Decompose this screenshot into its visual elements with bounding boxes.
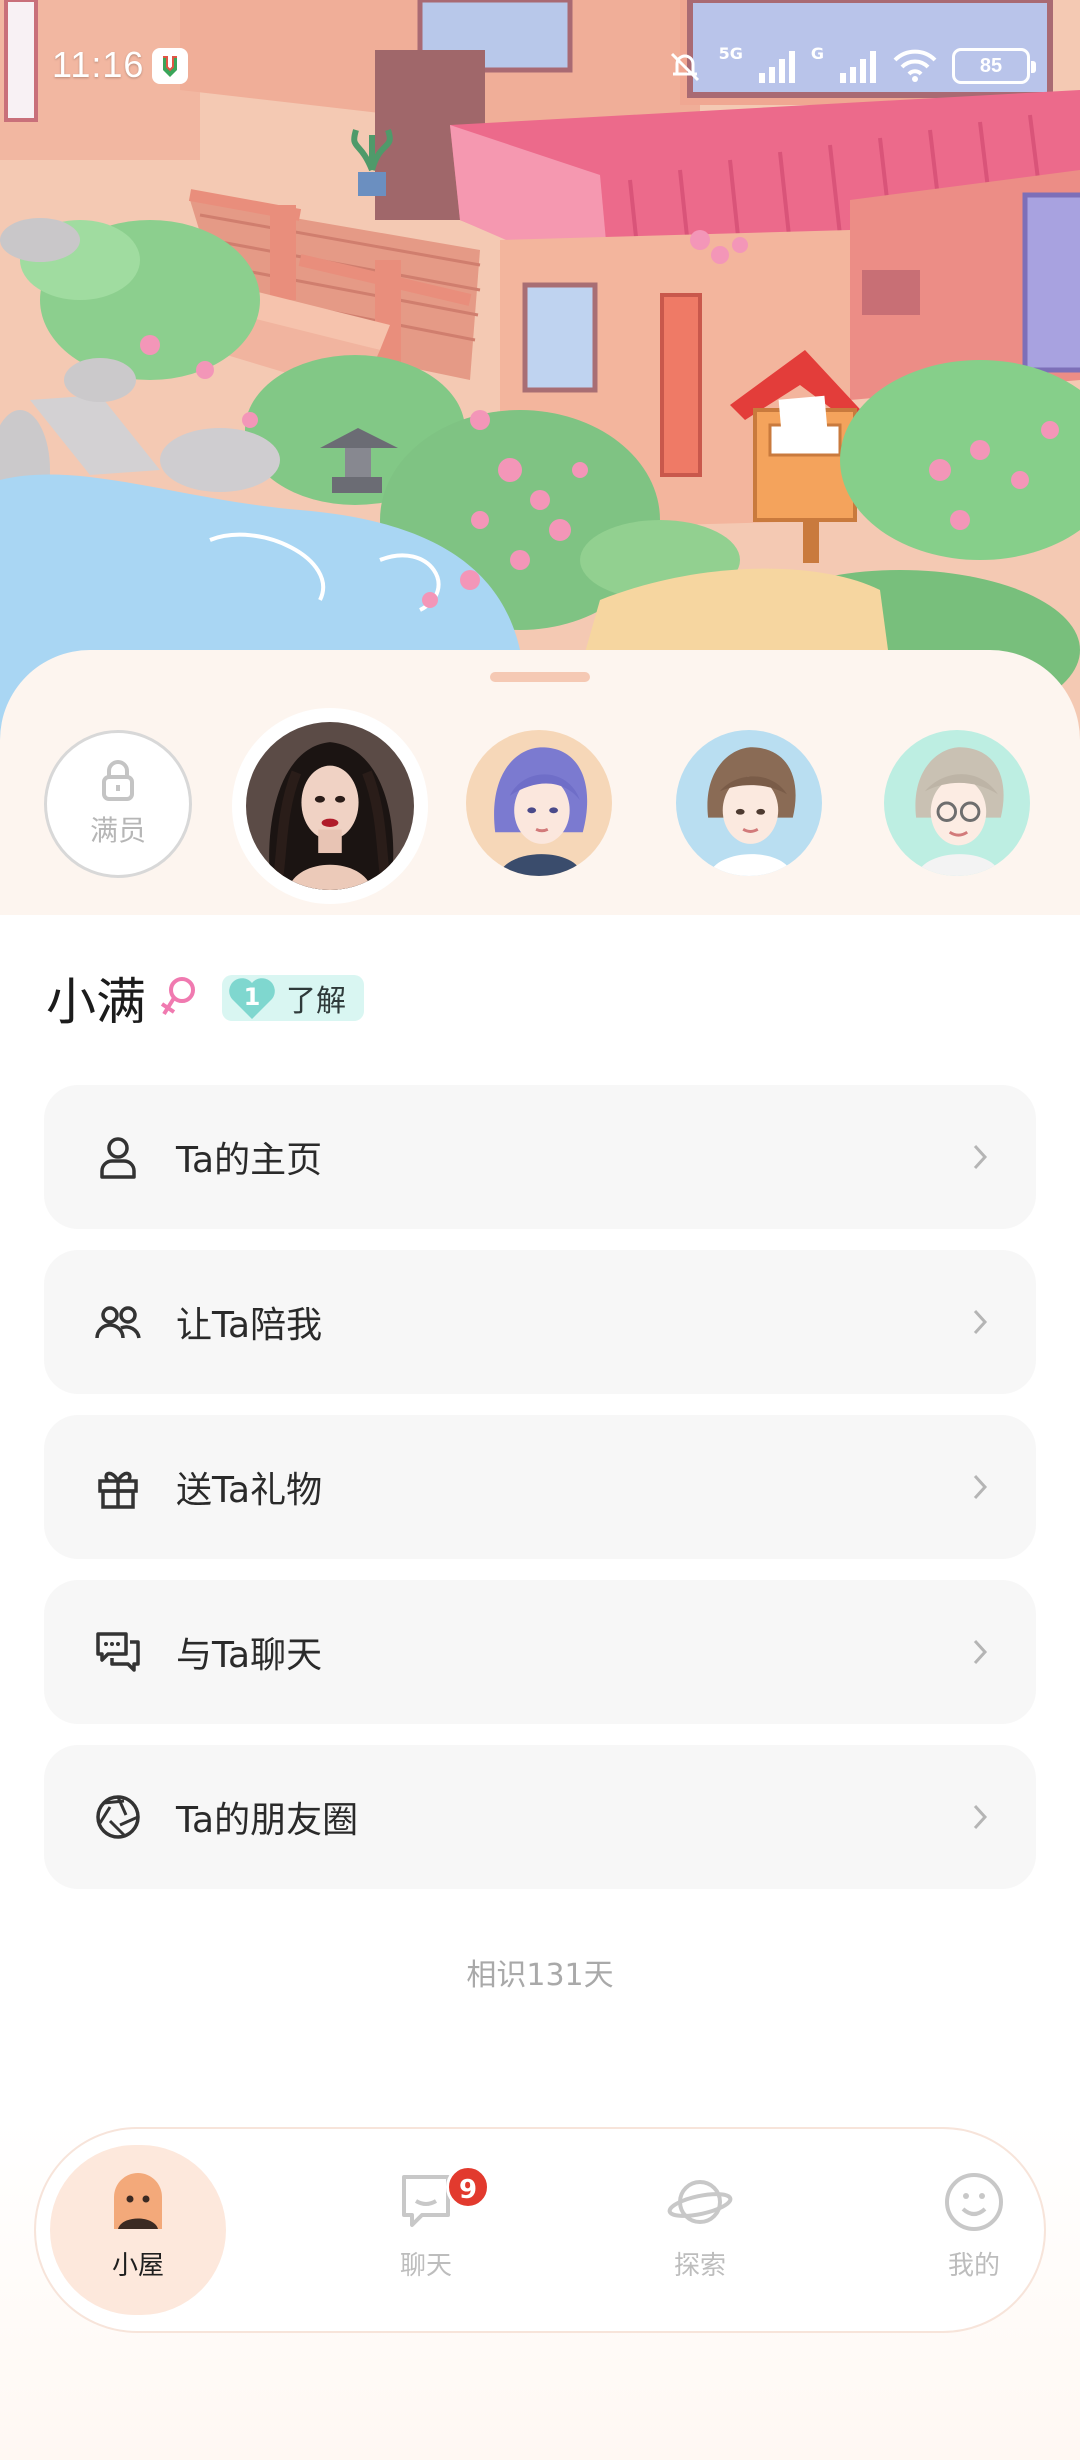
menu-item-accompany[interactable]: 让Ta陪我 [44,1250,1036,1394]
chevron-right-icon [973,1639,988,1665]
tab-bar: 小屋 9 聊天 探索 我的 [34,2127,1046,2333]
lock-icon [102,760,134,801]
people-icon [95,1306,141,1339]
intimacy-level-label: 了解 [286,984,346,1019]
bottom-navigation-area: 小屋 9 聊天 探索 我的 [0,2120,1080,2460]
menu-item-chat[interactable]: 与Ta聊天 [44,1580,1036,1724]
planet-icon [667,2180,733,2224]
menu-item-label: 送Ta礼物 [176,1470,323,1511]
tab-mine-label: 我的 [947,2251,1000,2281]
chat-bubbles-icon [96,1632,140,1672]
chevron-right-icon [973,1144,988,1170]
chevron-right-icon [973,1804,988,1830]
gift-icon [98,1471,138,1509]
smile-icon [945,2173,1003,2231]
locked-slot-label: 满员 [89,814,146,847]
avatar-character-4[interactable] [884,730,1030,876]
battery-level: 85 [979,54,1003,77]
chevron-right-icon [973,1474,988,1500]
aperture-icon [96,1795,140,1839]
wifi-icon [893,49,937,82]
action-menu: Ta的主页 让Ta陪我 送Ta礼物 与Ta聊天 Ta的朋友圈 [44,1085,1036,1910]
tab-chat-label: 聊天 [399,2251,452,2281]
signal-icon-2 [840,51,876,83]
menu-item-label: Ta的主页 [176,1140,323,1181]
character-name: 小满 [46,973,146,1031]
network-g-label: G [810,44,824,63]
tab-home[interactable]: 小屋 [50,2145,226,2315]
unread-badge: 9 [446,2165,490,2209]
status-bar: 11:16 5G G 85 [0,0,1080,140]
intimacy-level-number: 1 [243,983,261,1011]
chevron-right-icon [973,1309,988,1335]
tab-explore-label: 探索 [673,2251,726,2281]
menu-item-label: Ta的朋友圈 [176,1800,359,1841]
mute-bell-icon [670,52,699,82]
menu-item-send-gift[interactable]: 送Ta礼物 [44,1415,1036,1559]
status-time: 11:16 [52,44,145,85]
acquaintance-days: 相识131天 [466,1958,614,1993]
house-face-icon [114,2173,162,2229]
battery-icon: 85 [952,48,1036,84]
avatar-xiaoman-selected[interactable] [246,722,414,890]
character-avatar-row: 满员 [0,708,1080,904]
female-gender-icon [160,977,195,1016]
tab-explore[interactable]: 探索 [612,2145,788,2315]
tab-chat[interactable]: 9 聊天 [338,2145,514,2315]
status-icons: 5G G 85 [665,44,1036,88]
person-icon [100,1137,136,1179]
tab-home-label: 小屋 [111,2251,164,2281]
menu-item-profile-page[interactable]: Ta的主页 [44,1085,1036,1229]
profile-header: 小满 1 了解 [46,963,364,1033]
signal-icon [758,51,795,83]
drag-handle[interactable] [490,672,590,682]
avatar-character-3[interactable] [676,730,822,876]
menu-item-label: 让Ta陪我 [176,1305,323,1346]
locked-slot-avatar[interactable]: 满员 [44,730,192,878]
menu-item-moments[interactable]: Ta的朋友圈 [44,1745,1036,1889]
intimacy-level-badge[interactable]: 1 了解 [222,975,364,1021]
notification-app-icon [152,48,188,84]
menu-item-label: 与Ta聊天 [176,1635,323,1676]
heart-level-icon: 1 [226,975,282,1021]
tab-mine[interactable]: 我的 [886,2145,1062,2315]
avatar-character-2[interactable] [466,730,612,876]
network-5g-label: 5G [718,44,743,63]
character-selector-panel: 满员 [0,650,1080,920]
